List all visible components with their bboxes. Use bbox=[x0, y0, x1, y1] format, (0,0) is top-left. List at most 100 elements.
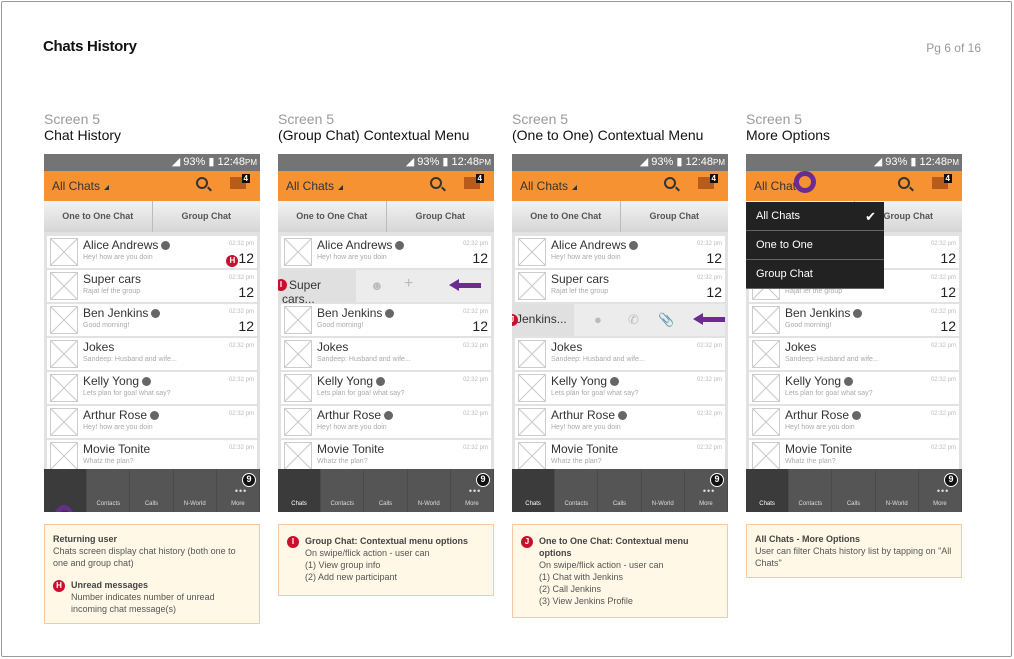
chat-row[interactable]: Kelly Yong Lets plan for goa! what say? … bbox=[281, 372, 491, 404]
search-icon[interactable] bbox=[196, 177, 208, 189]
chat-filter-dropdown[interactable]: All Chats bbox=[286, 179, 344, 193]
unread-count: 12 bbox=[940, 250, 956, 266]
tab-group-chat[interactable]: Group Chat bbox=[621, 201, 729, 232]
tab-one-to-one[interactable]: One to One Chat bbox=[512, 201, 621, 232]
filter-option[interactable]: Group Chat bbox=[746, 260, 884, 289]
nav-tab-contacts[interactable]: Contacts bbox=[87, 469, 131, 512]
chat-name: Jokes bbox=[83, 340, 115, 354]
chat-time: 02:32 pm bbox=[462, 309, 488, 315]
nav-tab-n-world[interactable]: N-World bbox=[642, 469, 685, 512]
avatar bbox=[752, 408, 780, 436]
nav-tab-calls[interactable]: Calls bbox=[364, 469, 408, 512]
nav-tab-contacts[interactable]: Contacts bbox=[789, 469, 833, 512]
nav-tab-more[interactable]: ••• 9 More bbox=[919, 469, 962, 512]
chat-name: Jokes bbox=[551, 340, 583, 354]
add-participant-icon[interactable]: + bbox=[404, 275, 413, 293]
nav-tab-chats[interactable]: Chats bbox=[44, 469, 88, 512]
chat-time: 02:32 pm bbox=[696, 343, 722, 349]
nav-tab-more[interactable]: ••• 9 More bbox=[685, 469, 728, 512]
chat-row[interactable]: Kelly Yong Lets plan for goa! what say? … bbox=[515, 372, 725, 404]
chat-row[interactable]: Kelly Yong Lets plan for goa! what say? … bbox=[749, 372, 959, 404]
new-message-icon[interactable]: 4 bbox=[698, 174, 718, 189]
chat-time: 02:32 pm bbox=[228, 241, 254, 247]
unread-count: 12 bbox=[940, 318, 956, 334]
chat-filter-dropdown[interactable]: All Chats bbox=[52, 179, 110, 193]
chat-row[interactable]: Jokes Sandeep: Husband and wife... 02:32… bbox=[749, 338, 959, 370]
chat-time: 02:32 pm bbox=[696, 275, 722, 281]
chat-time: 02:32 pm bbox=[228, 445, 254, 451]
more-dots-icon: ••• bbox=[702, 486, 716, 496]
filter-option[interactable]: All Chats ✔ bbox=[746, 202, 884, 231]
chat-time: 02:32 pm bbox=[696, 445, 722, 451]
attachment-icon[interactable]: 📎 bbox=[658, 312, 674, 328]
filter-dropdown: All Chats ✔ One to One Group Chat bbox=[746, 202, 884, 289]
chat-row[interactable]: Super cars Rajat lef the group 02:32 pm … bbox=[515, 270, 725, 302]
chat-row[interactable]: Jokes Sandeep: Husband and wife... 02:32… bbox=[281, 338, 491, 370]
chat-row[interactable]: Arthur Rose Hey! how are you doin 02:32 … bbox=[47, 406, 257, 438]
phone-icon[interactable]: ✆ bbox=[628, 312, 639, 328]
chat-row[interactable]: Movie Tonite Whatz the plan? 02:32 pm bbox=[281, 440, 491, 472]
chat-row[interactable]: Movie Tonite Whatz the plan? 02:32 pm bbox=[749, 440, 959, 472]
annotation-badge-i: I bbox=[278, 279, 287, 291]
filter-option[interactable]: One to One bbox=[746, 231, 884, 260]
nav-tab-contacts[interactable]: Contacts bbox=[321, 469, 365, 512]
tab-group-chat[interactable]: Group Chat bbox=[387, 201, 495, 232]
nav-tab-n-world[interactable]: N-World bbox=[876, 469, 919, 512]
chat-preview: Sandeep: Husband and wife... bbox=[83, 356, 177, 363]
chat-row[interactable]: Arthur Rose Hey! how are you doin 02:32 … bbox=[749, 406, 959, 438]
chat-row[interactable]: Movie Tonite Whatz the plan? 02:32 pm bbox=[515, 440, 725, 472]
tab-one-to-one[interactable]: One to One Chat bbox=[278, 201, 387, 232]
new-message-icon[interactable]: 4 bbox=[230, 174, 250, 189]
nav-tab-chats[interactable]: Chats bbox=[278, 469, 322, 512]
nav-tab-chats[interactable]: Chats bbox=[512, 469, 556, 512]
nav-tab-n-world[interactable]: N-World bbox=[408, 469, 451, 512]
chat-bubble-icon[interactable]: ● bbox=[594, 312, 602, 327]
avatar bbox=[284, 374, 312, 402]
search-icon[interactable] bbox=[898, 177, 910, 189]
chat-name: Kelly Yong bbox=[551, 374, 620, 388]
chat-row[interactable]: Ben Jenkins Good morning! 02:32 pm 12 bbox=[749, 304, 959, 336]
chat-filter-dropdown[interactable]: All Chat bbox=[754, 179, 796, 193]
chat-row[interactable]: Kelly Yong Lets plan for goa! what say? … bbox=[47, 372, 257, 404]
chat-filter-dropdown[interactable]: All Chats bbox=[520, 179, 578, 193]
tab-group-chat[interactable]: Group Chat bbox=[153, 201, 261, 232]
chat-name: Movie Tonite bbox=[785, 442, 853, 456]
nav-tab-calls[interactable]: Calls bbox=[130, 469, 174, 512]
chat-row[interactable]: Jokes Sandeep: Husband and wife... 02:32… bbox=[47, 338, 257, 370]
chat-time: 02:32 pm bbox=[462, 241, 488, 247]
swipe-menu-row[interactable]: JJenkins... ● ✆ 📎 bbox=[512, 304, 725, 336]
chat-row[interactable]: Alice Andrews Hey! how are you doin 02:3… bbox=[281, 236, 491, 268]
group-info-icon[interactable]: ☻ bbox=[370, 278, 384, 293]
chat-list: Alice Andrews Hey! how are you doin 02:3… bbox=[44, 234, 260, 472]
swipe-menu-row[interactable]: I Super cars... ☻ + bbox=[278, 270, 491, 306]
annotation-badge-i: I bbox=[287, 536, 299, 548]
search-icon[interactable] bbox=[664, 177, 676, 189]
nav-tab-chats[interactable]: Chats bbox=[746, 469, 790, 512]
tab-one-to-one[interactable]: One to One Chat bbox=[44, 201, 153, 232]
avatar bbox=[50, 442, 78, 470]
chat-row[interactable]: Jokes Sandeep: Husband and wife... 02:32… bbox=[515, 338, 725, 370]
nav-tab-calls[interactable]: Calls bbox=[598, 469, 642, 512]
chat-row[interactable]: Arthur Rose Hey! how are you doin 02:32 … bbox=[281, 406, 491, 438]
search-icon[interactable] bbox=[430, 177, 442, 189]
nav-tab-contacts[interactable]: Contacts bbox=[555, 469, 599, 512]
chat-row[interactable]: Movie Tonite Whatz the plan? 02:32 pm bbox=[47, 440, 257, 472]
chat-preview: Sandeep: Husband and wife... bbox=[785, 356, 879, 363]
chat-row[interactable]: Alice Andrews Hey! how are you doin 02:3… bbox=[47, 236, 257, 268]
new-message-icon[interactable]: 4 bbox=[464, 174, 484, 189]
nav-tab-calls[interactable]: Calls bbox=[832, 469, 876, 512]
nav-tab-more[interactable]: ••• 9 More bbox=[451, 469, 494, 512]
nav-tab-more[interactable]: ••• 9 More bbox=[217, 469, 260, 512]
chat-row[interactable]: Arthur Rose Hey! how are you doin 02:32 … bbox=[515, 406, 725, 438]
chat-preview: Hey! how are you doin bbox=[83, 424, 153, 431]
avatar bbox=[284, 340, 312, 368]
chat-row[interactable]: Ben Jenkins Good morning! 02:32 pm 12 bbox=[47, 304, 257, 336]
nav-tab-n-world[interactable]: N-World bbox=[174, 469, 217, 512]
chat-row[interactable]: Super cars Rajat lef the group 02:32 pm … bbox=[47, 270, 257, 302]
caret-icon bbox=[572, 185, 578, 190]
more-badge: 9 bbox=[710, 473, 725, 487]
chat-row[interactable]: Alice Andrews Hey! how are you doin 02:3… bbox=[515, 236, 725, 268]
new-message-icon[interactable]: 4 bbox=[932, 174, 952, 189]
chat-row[interactable]: Ben Jenkins Good morning! 02:32 pm 12 bbox=[281, 304, 491, 336]
chat-name: Movie Tonite bbox=[83, 442, 151, 456]
